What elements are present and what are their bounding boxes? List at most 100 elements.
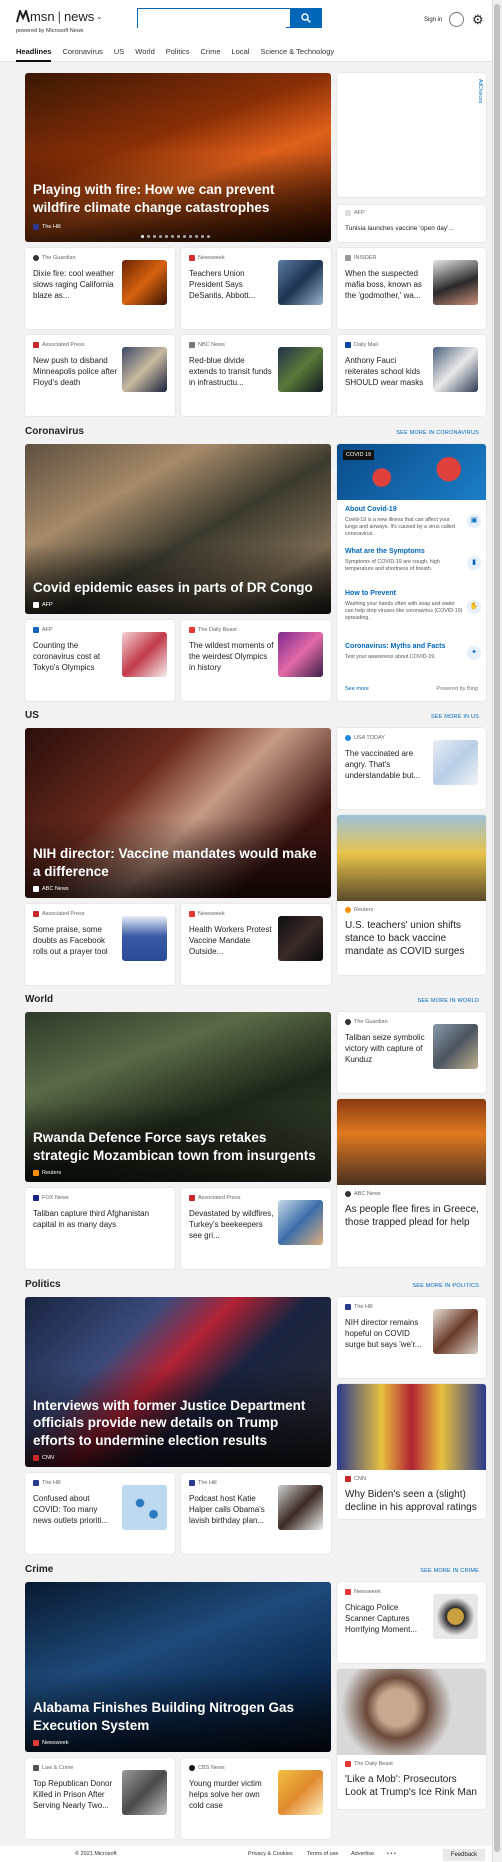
hero-title[interactable]: Playing with fire: How we can prevent wi… xyxy=(33,181,323,216)
news-card-large[interactable]: ABC News As people flee fires in Greece,… xyxy=(337,1099,486,1267)
news-card-large[interactable]: CNN Why Biden's seen a (slight) decline … xyxy=(337,1384,486,1519)
tab-us[interactable]: US xyxy=(114,47,124,62)
scrollbar-thumb[interactable] xyxy=(494,4,500,1852)
privacy-link[interactable]: Privacy & Cookies xyxy=(248,1851,293,1857)
news-card[interactable]: AFP Counting the coronavirus cost at Tok… xyxy=(25,620,175,701)
card-title[interactable]: Taliban seize symbolic victory with capt… xyxy=(345,1032,430,1065)
hero-title[interactable]: Interviews with former Justice Departmen… xyxy=(33,1397,323,1450)
hero-title[interactable]: NIH director: Vaccine mandates would mak… xyxy=(33,845,323,880)
card-title[interactable]: Teachers Union President Says DeSantis, … xyxy=(189,268,274,301)
hero-title[interactable]: Alabama Finishes Building Nitrogen Gas E… xyxy=(33,1699,323,1734)
msn-logo[interactable]: msn | news ⌄ xyxy=(16,9,102,24)
card-title[interactable]: Tunisia launches vaccine 'open day'... xyxy=(345,225,454,232)
news-card[interactable]: The Guardian Taliban seize symbolic vict… xyxy=(337,1012,486,1093)
more-links-button[interactable]: • • • xyxy=(387,1851,396,1857)
news-card[interactable]: Newsweek Chicago Police Scanner Captures… xyxy=(337,1582,486,1663)
search-button[interactable] xyxy=(290,8,322,28)
news-card[interactable]: Newsweek Health Workers Protest Vaccine … xyxy=(181,904,331,985)
hero-title[interactable]: Rwanda Defence Force says retakes strate… xyxy=(33,1129,323,1164)
see-more-crime[interactable]: SEE MORE IN CRIME xyxy=(420,1568,479,1574)
news-card[interactable]: The Hill NIH director remains hopeful on… xyxy=(337,1297,486,1378)
avatar-icon[interactable] xyxy=(449,12,464,27)
side-card[interactable]: AFP Tunisia launches vaccine 'open day'.… xyxy=(337,205,486,242)
see-more-politics[interactable]: SEE MORE IN POLITICS xyxy=(412,1283,479,1289)
news-card[interactable]: The Hill Podcast host Katie Halper calls… xyxy=(181,1473,331,1554)
card-title[interactable]: The wildest moments of the weirdest Olym… xyxy=(189,640,274,673)
feedback-button[interactable]: Feedback xyxy=(443,1849,485,1861)
card-title[interactable]: Podcast host Katie Halper calls Obama's … xyxy=(189,1493,274,1526)
section-title-politics[interactable]: Politics xyxy=(25,1279,61,1290)
news-card[interactable]: Daily Mail Anthony Fauci reiterates scho… xyxy=(337,335,486,416)
covid-myths-link[interactable]: Coronavirus: Myths and Facts xyxy=(345,643,445,650)
card-title[interactable]: Chicago Police Scanner Captures Horrifyi… xyxy=(345,1602,430,1635)
section-title-world[interactable]: World xyxy=(25,994,53,1005)
card-title[interactable]: U.S. teachers' union shifts stance to ba… xyxy=(345,919,480,958)
tab-world[interactable]: World xyxy=(135,47,154,62)
card-title[interactable]: Young murder victim helps solve her own … xyxy=(189,1778,274,1811)
carousel-dots[interactable] xyxy=(141,235,210,238)
news-card[interactable]: Law & Crime Top Republican Donor Killed … xyxy=(25,1758,175,1839)
see-more-us[interactable]: SEE MORE IN US xyxy=(431,714,479,720)
tab-local[interactable]: Local xyxy=(232,47,250,62)
see-more-world[interactable]: SEE MORE IN WORLD xyxy=(418,998,479,1004)
hero-title[interactable]: Covid epidemic eases in parts of DR Cong… xyxy=(33,579,323,597)
tab-politics[interactable]: Politics xyxy=(166,47,190,62)
news-card-large[interactable]: The Daily Beast 'Like a Mob': Prosecutor… xyxy=(337,1669,486,1809)
sign-in-link[interactable]: Sign in xyxy=(424,17,442,23)
news-card[interactable]: The Hill Confused about COVID: Too many … xyxy=(25,1473,175,1554)
chevron-down-icon[interactable]: ⌄ xyxy=(96,13,102,21)
section-title-coronavirus[interactable]: Coronavirus xyxy=(25,426,84,437)
card-title[interactable]: When the suspected mafia boss, known as … xyxy=(345,268,430,301)
card-title[interactable]: Confused about COVID: Too many news outl… xyxy=(33,1493,118,1526)
covid-see-more[interactable]: See more xyxy=(345,686,369,692)
card-title[interactable]: Red-blue divide extends to transit funds… xyxy=(189,355,274,388)
news-card[interactable]: Associated Press Devastated by wildfires… xyxy=(181,1188,331,1269)
news-card[interactable]: Associated Press New push to disband Min… xyxy=(25,335,175,416)
news-card[interactable]: Newsweek Teachers Union President Says D… xyxy=(181,248,331,329)
gear-icon[interactable]: ⚙ xyxy=(472,12,484,27)
news-card[interactable]: The Daily Beast The wildest moments of t… xyxy=(181,620,331,701)
card-title[interactable]: As people flee fires in Greece, those tr… xyxy=(345,1203,480,1229)
tab-science-technology[interactable]: Science & Technology xyxy=(260,47,334,62)
terms-link[interactable]: Terms of use xyxy=(307,1851,338,1857)
covid-about-link[interactable]: About Covid-19 xyxy=(345,506,397,513)
news-card[interactable]: USA TODAY The vaccinated are angry. That… xyxy=(337,728,486,809)
card-title[interactable]: Why Biden's seen a (slight) decline in h… xyxy=(345,1488,480,1514)
card-title[interactable]: Health Workers Protest Vaccine Mandate O… xyxy=(189,924,274,957)
adchoices-label[interactable]: AdChoices xyxy=(477,79,483,103)
card-title[interactable]: New push to disband Minneapolis police a… xyxy=(33,355,118,388)
news-card[interactable]: Associated Press Some praise, some doubt… xyxy=(25,904,175,985)
card-title[interactable]: NIH director remains hopeful on COVID su… xyxy=(345,1317,430,1350)
news-card[interactable]: The Guardian Dixie fire: cool weather sl… xyxy=(25,248,175,329)
advertise-link[interactable]: Advertise xyxy=(351,1851,374,1857)
news-card[interactable]: NBC News Red-blue divide extends to tran… xyxy=(181,335,331,416)
politics-hero[interactable]: Interviews with former Justice Departmen… xyxy=(25,1297,331,1467)
card-title[interactable]: 'Like a Mob': Prosecutors Look at Trump'… xyxy=(345,1773,480,1799)
tab-crime[interactable]: Crime xyxy=(201,47,221,62)
corona-hero[interactable]: Covid epidemic eases in parts of DR Cong… xyxy=(25,444,331,614)
top-hero[interactable]: Playing with fire: How we can prevent wi… xyxy=(25,73,331,242)
card-title[interactable]: Anthony Fauci reiterates school kids SHO… xyxy=(345,355,430,388)
covid-symptoms-link[interactable]: What are the Symptoms xyxy=(345,548,425,555)
news-card[interactable]: FOX News Taliban capture third Afghanist… xyxy=(25,1188,175,1269)
search-input[interactable] xyxy=(138,10,286,29)
card-title[interactable]: Devastated by wildfires, Turkey's beekee… xyxy=(189,1208,274,1241)
card-title[interactable]: Some praise, some doubts as Facebook rol… xyxy=(33,924,118,957)
covid-prevent-link[interactable]: How to Prevent xyxy=(345,590,396,597)
section-title-crime[interactable]: Crime xyxy=(25,1564,53,1575)
card-title[interactable]: Dixie fire: cool weather slows raging Ca… xyxy=(33,268,118,301)
us-hero[interactable]: NIH director: Vaccine mandates would mak… xyxy=(25,728,331,898)
crime-hero[interactable]: Alabama Finishes Building Nitrogen Gas E… xyxy=(25,1582,331,1752)
news-card[interactable]: CBS News Young murder victim helps solve… xyxy=(181,1758,331,1839)
card-title[interactable]: Taliban capture third Afghanistan capita… xyxy=(33,1208,163,1230)
see-more-coronavirus[interactable]: SEE MORE IN CORONAVIRUS xyxy=(396,430,479,436)
world-hero[interactable]: Rwanda Defence Force says retakes strate… xyxy=(25,1012,331,1182)
tab-headlines[interactable]: Headlines xyxy=(16,47,52,62)
ad-tile[interactable]: AdChoices xyxy=(337,73,486,197)
card-title[interactable]: Top Republican Donor Killed in Prison Af… xyxy=(33,1778,118,1811)
news-card[interactable]: INSIDER When the suspected mafia boss, k… xyxy=(337,248,486,329)
card-title[interactable]: The vaccinated are angry. That's underst… xyxy=(345,748,430,781)
tab-coronavirus[interactable]: Coronavirus xyxy=(62,47,102,62)
card-title[interactable]: Counting the coronavirus cost at Tokyo's… xyxy=(33,640,118,673)
section-title-us[interactable]: US xyxy=(25,710,39,721)
